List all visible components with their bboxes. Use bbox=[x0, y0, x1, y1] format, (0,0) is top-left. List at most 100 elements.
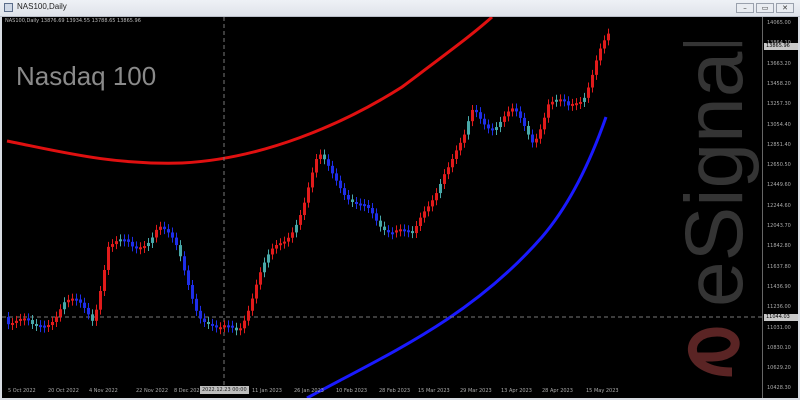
candle-body bbox=[487, 124, 490, 129]
candle-body bbox=[347, 194, 350, 200]
candle-body bbox=[319, 154, 322, 160]
candle-body bbox=[163, 226, 166, 230]
candle-body bbox=[271, 248, 274, 255]
price-tick-label: 12043.70 bbox=[767, 223, 791, 229]
time-tick-label: 20 Oct 2022 bbox=[48, 388, 79, 394]
close-button[interactable]: ✕ bbox=[776, 3, 794, 13]
candle-body bbox=[203, 318, 206, 323]
candle-body bbox=[211, 323, 214, 326]
candle-body bbox=[595, 60, 598, 75]
candle-body bbox=[535, 138, 538, 143]
price-tick-label: 13257.30 bbox=[767, 101, 791, 108]
candle-body bbox=[375, 213, 378, 221]
candle-body bbox=[327, 159, 330, 166]
current-price-badge: 13865.96 bbox=[764, 43, 798, 50]
candle-body bbox=[479, 112, 482, 119]
candle-body bbox=[391, 232, 394, 235]
candle-body bbox=[219, 327, 222, 330]
candle-body bbox=[43, 325, 46, 328]
candle-body bbox=[127, 239, 130, 242]
candle-body bbox=[563, 99, 566, 102]
upper-band-line bbox=[6, 17, 494, 165]
candle-body bbox=[291, 232, 294, 238]
candles-group bbox=[7, 28, 610, 336]
candle-body bbox=[527, 125, 530, 135]
candle-body bbox=[283, 241, 286, 244]
window-title: NAS100,Daily bbox=[17, 2, 67, 11]
candle-body bbox=[575, 103, 578, 106]
candle-body bbox=[15, 320, 18, 323]
candle-body bbox=[131, 241, 134, 247]
candle-body bbox=[235, 327, 238, 331]
candle-body bbox=[231, 325, 234, 328]
candle-body bbox=[579, 101, 582, 104]
price-tick-label: 11236.00 bbox=[767, 304, 791, 311]
price-tick-label: 10428.30 bbox=[767, 385, 791, 392]
candle-body bbox=[539, 129, 542, 139]
candle-body bbox=[239, 328, 242, 331]
candle-body bbox=[567, 101, 570, 106]
price-tick-label: 14065.00 bbox=[767, 20, 791, 26]
price-axis[interactable]: 14065.0013864.1013663.2013458.2013257.30… bbox=[762, 17, 798, 398]
candle-body bbox=[99, 290, 102, 310]
chart-window-icon bbox=[4, 3, 13, 12]
candle-body bbox=[399, 229, 402, 232]
candle-body bbox=[403, 229, 406, 232]
candle-body bbox=[471, 109, 474, 122]
candle-body bbox=[495, 127, 498, 130]
candle-body bbox=[411, 231, 414, 234]
candle-body bbox=[55, 316, 58, 322]
price-tick-label: 12650.50 bbox=[767, 162, 791, 169]
candle-body bbox=[331, 165, 334, 174]
candle-body bbox=[267, 254, 270, 263]
candle-body bbox=[251, 298, 254, 311]
candle-body bbox=[67, 299, 70, 303]
candle-body bbox=[555, 99, 558, 102]
candle-body bbox=[571, 103, 574, 106]
window-titlebar[interactable]: NAS100,Daily – ▭ ✕ bbox=[0, 0, 800, 17]
candle-body bbox=[199, 310, 202, 319]
price-chart[interactable]: eSignal NAS100,Daily 13876.69 13934.55 1… bbox=[2, 17, 798, 398]
candle-body bbox=[363, 204, 366, 207]
candle-body bbox=[439, 183, 442, 194]
candle-body bbox=[551, 101, 554, 105]
candle-body bbox=[543, 117, 546, 130]
candle-body bbox=[467, 121, 470, 135]
candle-body bbox=[79, 299, 82, 303]
candle-body bbox=[147, 242, 150, 247]
candle-body bbox=[27, 318, 30, 321]
candle-body bbox=[507, 111, 510, 117]
candle-body bbox=[179, 245, 182, 257]
candle-body bbox=[599, 48, 602, 61]
candle-body bbox=[183, 256, 186, 271]
candle-body bbox=[103, 269, 106, 291]
candle-body bbox=[159, 226, 162, 230]
candle-body bbox=[35, 323, 38, 326]
candle-body bbox=[559, 99, 562, 102]
candle-body bbox=[335, 173, 338, 181]
candlestick-plot[interactable] bbox=[2, 17, 762, 398]
candle-body bbox=[355, 202, 358, 205]
candle-body bbox=[107, 246, 110, 270]
maximize-button[interactable]: ▭ bbox=[756, 3, 774, 13]
candle-body bbox=[275, 245, 278, 249]
candle-body bbox=[31, 320, 34, 324]
candle-body bbox=[171, 232, 174, 238]
time-tick-label: 28 Feb 2023 bbox=[379, 388, 411, 394]
candle-body bbox=[447, 167, 450, 175]
candle-body bbox=[395, 230, 398, 233]
crosshair-price-badge: 11044.03 bbox=[764, 314, 798, 321]
candle-body bbox=[191, 285, 194, 299]
candle-body bbox=[51, 321, 54, 326]
candle-body bbox=[511, 108, 514, 112]
candle-body bbox=[259, 272, 262, 285]
minimize-button[interactable]: – bbox=[736, 3, 754, 13]
price-tick-label: 13458.20 bbox=[767, 80, 791, 87]
price-tick-label: 13054.40 bbox=[767, 121, 791, 128]
time-tick-label: 4 Nov 2022 bbox=[89, 388, 118, 394]
candle-body bbox=[371, 208, 374, 214]
candle-body bbox=[451, 158, 454, 168]
candle-body bbox=[311, 172, 314, 188]
candle-body bbox=[83, 302, 86, 308]
candle-body bbox=[135, 246, 138, 249]
